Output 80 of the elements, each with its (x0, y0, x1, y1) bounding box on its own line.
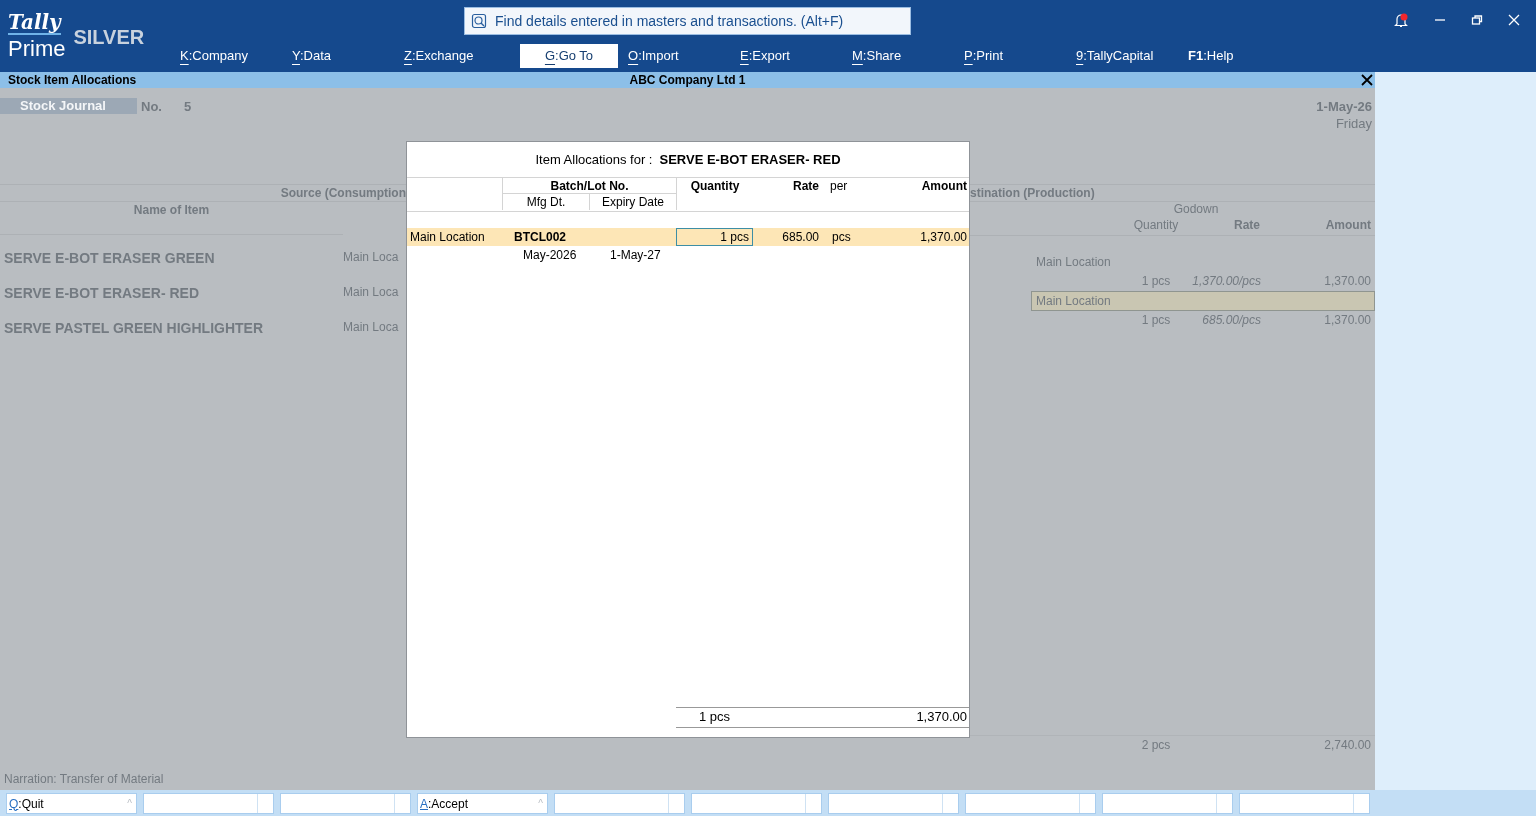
function-button[interactable] (1239, 793, 1370, 814)
section-heading: stination (Production) (969, 184, 1375, 202)
search-icon (471, 13, 487, 29)
menu-item[interactable]: Y:Data (292, 44, 404, 68)
function-button[interactable] (554, 793, 685, 814)
column-header: Mfg Dt. (502, 194, 589, 210)
section-heading: Source (Consumption (0, 184, 406, 202)
function-button[interactable] (828, 793, 959, 814)
column-header: Amount (1324, 218, 1372, 234)
voucher-date: 1-May-26 (1316, 98, 1373, 114)
amount-value: 1,370.00 (919, 229, 968, 246)
edition-label: SILVER (73, 26, 145, 49)
total-amount: 2,740.00 (1323, 737, 1372, 754)
rate-value: 1,370.00/pcs (1191, 273, 1261, 290)
column-header: Name of Item (0, 202, 343, 235)
quantity-field[interactable]: 1 pcs (676, 228, 753, 246)
menu-item[interactable]: 9:TallyCapital (1076, 44, 1188, 68)
total-amount: 1,370.00 (915, 708, 968, 726)
menu-item[interactable]: E:Export (740, 44, 852, 68)
unit-value: pcs (831, 229, 852, 246)
notification-bell-icon[interactable] (1393, 12, 1409, 28)
manufacturing-date: May-2026 (522, 247, 578, 264)
quantity-value: 1 pcs (1140, 273, 1172, 290)
narration-text: Narration: Transfer of Material (3, 772, 165, 788)
menu-item[interactable]: G:Go To (520, 44, 618, 68)
rate-value: 685.00/pcs (1201, 312, 1261, 329)
quantity-value: 1 pcs (1140, 312, 1172, 329)
amount-value: 1,370.00 (1323, 273, 1372, 290)
function-button[interactable]: A:Accept ^ (417, 793, 548, 814)
voucher-number: 5 (183, 98, 192, 114)
godown-name: Main Location (409, 229, 486, 246)
godown-name: Main Location (1031, 291, 1375, 311)
function-button[interactable] (965, 793, 1096, 814)
search-field[interactable]: Find details entered in masters and transactions. (Alt+F) (464, 7, 911, 35)
restore-icon[interactable] (1471, 14, 1483, 26)
item-name: SERVE E-BOT ERASER GREEN (3, 250, 216, 266)
menu-item[interactable]: K:Company (180, 44, 292, 68)
function-button[interactable] (143, 793, 274, 814)
godown-name: Main Loca (343, 285, 400, 299)
voucher-day: Friday (0, 116, 1375, 131)
rate-value: 685.00 (781, 229, 819, 246)
allocation-row[interactable]: Main Location BTCL002 1 pcs 685.00 pcs 1,370.00 (407, 228, 969, 246)
total-quantity: 2 pcs (1140, 737, 1172, 754)
column-header: Rate (1233, 218, 1261, 234)
close-icon[interactable] (1361, 74, 1373, 86)
function-button[interactable]: Q:Quit ^ (6, 793, 137, 814)
column-header: Quantity (676, 178, 753, 210)
column-header: Expiry Date (589, 194, 676, 210)
function-button[interactable] (691, 793, 822, 814)
function-button[interactable] (1102, 793, 1233, 814)
menu-item[interactable]: F1:Help (1188, 44, 1300, 68)
godown-name: Main Loca (343, 320, 400, 334)
column-header: Batch/Lot No. (502, 178, 676, 194)
screen-title: Stock Item Allocations (7, 72, 138, 88)
item-name: SERVE E-BOT ERASER- RED (3, 285, 200, 301)
function-button[interactable] (280, 793, 411, 814)
item-name: SERVE PASTEL GREEN HIGHLIGHTER (3, 320, 265, 336)
column-header: Quantity (1132, 218, 1180, 234)
caret-icon: ^ (538, 798, 543, 809)
voucher-number-label: No. (141, 98, 162, 114)
menu-item[interactable]: Z:Exchange (404, 44, 516, 68)
brand-logo: Tally (8, 12, 61, 35)
product-name: Prime (8, 37, 66, 61)
column-header: per (829, 178, 849, 194)
batch-number: BTCL002 (513, 229, 567, 246)
column-header: Rate (792, 178, 819, 194)
godown-name: Main Location (1035, 254, 1112, 271)
amount-value: 1,370.00 (1323, 312, 1372, 329)
menu-item[interactable]: O:Import (628, 44, 740, 68)
menu-item[interactable]: M:Share (852, 44, 964, 68)
expiry-date: 1-May-27 (609, 247, 662, 264)
caret-icon: ^ (127, 798, 132, 809)
menu-item[interactable]: P:Print (964, 44, 1076, 68)
company-name: ABC Company Ltd 1 (629, 72, 746, 88)
column-header: Amount (920, 178, 968, 194)
voucher-type-label: Stock Journal (0, 98, 137, 114)
godown-name: Main Loca (343, 250, 400, 264)
total-quantity: 1 pcs (697, 708, 732, 726)
dialog-title: Item Allocations for : SERVE E-BOT ERASER- RED (407, 142, 969, 178)
column-header: Godown (1172, 202, 1220, 218)
